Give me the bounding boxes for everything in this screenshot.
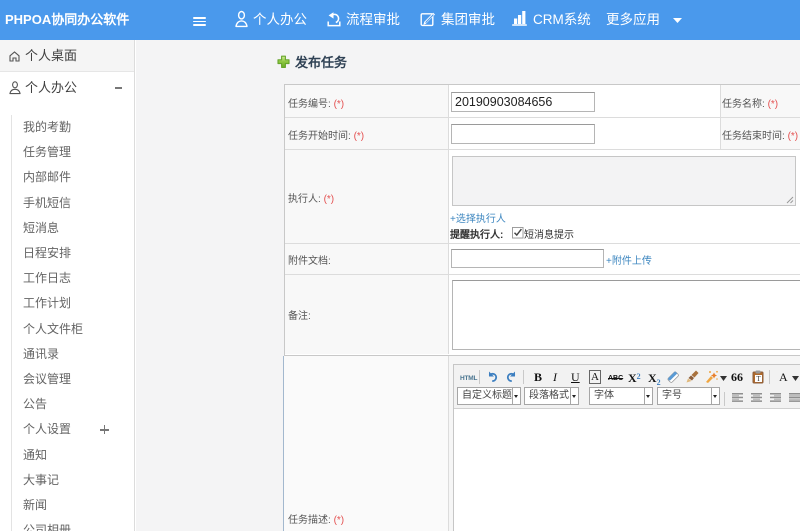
svg-text:T: T [756, 375, 761, 383]
